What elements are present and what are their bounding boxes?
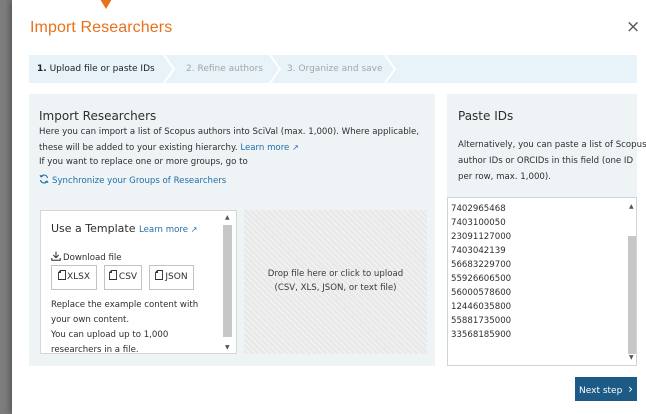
import-panel-title: Import Researchers [39,109,157,123]
step-2: 2. Refine authors [186,55,263,83]
download-json-button[interactable]: JSON [149,265,194,290]
paste-ids-description-line: Alternatively, you can paste a list of S… [458,140,646,150]
import-description-line-2: these will be added to your existing hie… [39,140,299,156]
learn-more-label: Learn more [240,143,290,153]
id-line: 7403042139 [451,246,506,256]
id-line: 7403100050 [451,218,506,228]
step-3-number: 3. [287,64,296,74]
template-scrollbar-thumb[interactable] [223,225,232,337]
drop-zone-line-1: Drop file here or click to upload [267,269,404,279]
template-text-line: your own content. [51,315,130,325]
sync-groups-label: Synchronize your Groups of Researchers [52,176,227,186]
template-text-line: Replace the example content with [51,300,199,310]
drop-zone-line-2: (CSV, XLS, JSON, or text file) [274,283,397,293]
template-learn-more-link[interactable]: Learn more ↗ [139,225,197,235]
dialog-title: Import Researchers [30,19,173,36]
step-2-number: 2. [186,64,195,74]
file-icon [108,270,117,280]
id-line: 56683229700 [451,260,512,270]
template-title-text: Use a Template [51,222,136,235]
template-title: Use a Template Learn more ↗ [51,222,197,235]
id-line: 12446035800 [451,302,512,312]
chevron-right-icon: › [628,382,633,396]
external-link-icon: ↗ [292,143,299,152]
paste-ids-description-line: per row, max. 1,000). [458,172,551,182]
download-icon [51,251,61,261]
template-learn-more-label: Learn more [138,225,188,235]
import-description-line-3: If you want to replace one or more group… [39,157,248,167]
paste-ids-panel: Paste IDs Alternatively, you can paste a… [447,94,646,366]
id-line: 7402965468 [451,204,506,214]
csv-label: CSV [118,272,138,282]
close-icon: × [626,17,641,37]
template-text-line: researchers in a file. [51,345,139,354]
id-line: 55926606500 [451,274,512,284]
step-separator [163,55,176,83]
download-file-label: Download file [51,251,122,263]
import-description-text: these will be added to your existing hie… [39,143,238,153]
id-line: 56000578600 [451,288,512,298]
close-button[interactable]: × [626,19,640,36]
file-icon [155,270,164,280]
step-separator [269,55,282,83]
sync-icon [39,174,49,184]
id-line: 55881735000 [451,316,512,326]
step-1-number: 1. [37,64,47,74]
sync-groups-link[interactable]: Synchronize your Groups of Researchers [39,174,226,186]
pointer-caret [100,0,112,9]
step-1: 1. Upload file or paste IDs [37,55,155,83]
file-icon [58,270,66,280]
scroll-down-icon[interactable]: ▼ [629,354,634,361]
import-panel: Import Researchers Here you can import a… [29,94,435,366]
next-step-label: Next step [579,386,623,396]
step-3-label: Organize and save [298,64,383,74]
scroll-down-icon[interactable]: ▼ [225,344,230,351]
paste-ids-description-line: author IDs or ORCIDs in this field (one … [458,156,634,166]
xlsx-label: XLSX [66,272,91,282]
paste-ids-title: Paste IDs [458,109,514,123]
template-box: Use a Template Learn more ↗ Download fil… [40,210,237,354]
external-link-icon: ↗ [190,225,198,234]
step-indicator: 1. Upload file or paste IDs 2. Refine au… [29,55,637,83]
json-label: JSON [165,272,188,282]
step-3: 3. Organize and save [287,55,383,83]
id-line: 33568185900 [451,330,512,340]
download-csv-button[interactable]: CSV [104,265,142,290]
scroll-up-icon[interactable]: ▲ [225,214,230,221]
download-xlsx-button[interactable]: XLSX [51,265,97,290]
scroll-up-icon[interactable]: ▲ [629,203,634,210]
paste-ids-textarea[interactable]: 7402965468 7403100050 23091127000 740304… [447,197,637,366]
ids-scrollbar-thumb[interactable] [628,236,636,354]
next-step-button[interactable]: Next step › [575,377,637,401]
step-separator [384,55,397,83]
template-text-line: You can upload up to 1,000 [51,330,169,340]
step-2-label: Refine authors [197,64,263,74]
import-description-line-1: Here you can import a list of Scopus aut… [39,127,420,137]
step-1-label: Upload file or paste IDs [49,64,155,74]
learn-more-link[interactable]: Learn more ↗ [240,143,298,153]
id-line: 23091127000 [451,232,512,242]
file-drop-zone[interactable]: Drop file here or click to upload (CSV, … [244,210,427,354]
import-researchers-dialog: Import Researchers × 1. Upload file or p… [12,0,646,414]
download-file-text: Download file [63,253,122,263]
